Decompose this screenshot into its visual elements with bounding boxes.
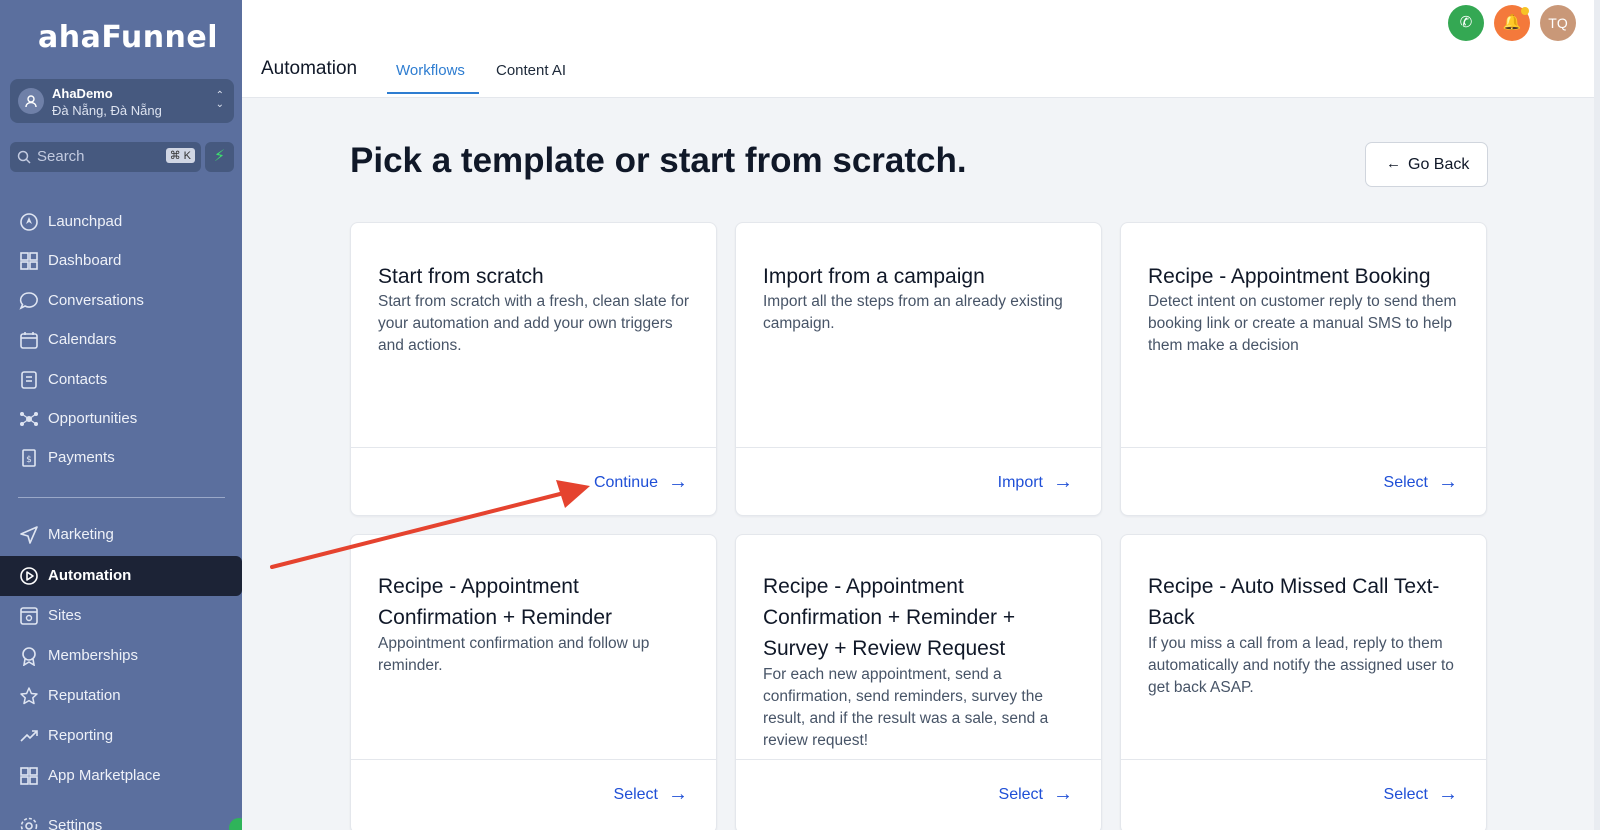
sidebar-item-marketing[interactable]: Marketing <box>0 515 242 555</box>
card-title: Import from a campaign <box>763 265 985 288</box>
top-bar: Automation Workflows Content AI ✆ 🔔 TQ <box>242 0 1594 98</box>
sidebar-item-reputation[interactable]: Reputation <box>0 676 242 716</box>
sidebar-item-dashboard[interactable]: Dashboard <box>0 241 242 281</box>
arrow-right-icon: → <box>668 471 688 493</box>
send-icon <box>20 526 38 544</box>
trend-icon <box>20 730 38 742</box>
sidebar-item-app-marketplace[interactable]: App Marketplace <box>0 756 242 796</box>
template-card[interactable]: Recipe - Auto Missed Call Text-Back If y… <box>1120 534 1487 830</box>
account-location: Đà Nẵng, Đà Nẵng <box>52 103 162 118</box>
sidebar-divider <box>18 497 225 498</box>
card-description: Import all the steps from an already exi… <box>763 293 1063 332</box>
arrow-right-icon: → <box>1438 783 1458 805</box>
tab-workflows[interactable]: Workflows <box>396 62 465 79</box>
sites-icon <box>20 607 38 625</box>
arrow-right-icon: → <box>1053 783 1073 805</box>
select-button[interactable]: Select → <box>614 783 688 806</box>
card-divider <box>1121 447 1486 448</box>
active-tab-indicator <box>387 92 479 94</box>
page-heading: Pick a template or start from scratch. <box>350 141 967 180</box>
phone-icon[interactable]: ✆ <box>1448 5 1484 41</box>
user-avatar[interactable]: TQ <box>1540 5 1576 41</box>
search-icon <box>17 150 31 164</box>
card-title: Recipe - Appointment Booking <box>1148 265 1431 288</box>
select-button[interactable]: Select → <box>999 783 1073 806</box>
go-back-button[interactable]: ← Go Back <box>1365 142 1488 187</box>
template-card[interactable]: Import from a campaign Import all the st… <box>735 222 1102 516</box>
payments-icon: $ <box>22 449 36 467</box>
award-icon <box>22 647 36 666</box>
card-title: Recipe - Appointment Confirmation + Remi… <box>763 575 1016 660</box>
card-title: Recipe - Appointment Confirmation + Remi… <box>378 575 613 629</box>
user-icon <box>25 95 37 108</box>
sidebar-item-launchpad[interactable]: Launchpad <box>0 202 242 242</box>
sidebar-item-payments[interactable]: $ Payments <box>0 438 242 478</box>
page-title: Automation <box>261 58 358 79</box>
chat-icon <box>19 292 38 310</box>
card-description: Start from scratch with a fresh, clean s… <box>378 293 689 354</box>
sidebar-item-opportunities[interactable]: Opportunities <box>0 399 242 439</box>
grid-icon <box>20 767 38 785</box>
tab-content-ai[interactable]: Content AI <box>496 62 566 79</box>
template-card[interactable]: Recipe - Appointment Booking Detect inte… <box>1120 222 1487 516</box>
arrow-left-icon: ← <box>1386 155 1401 172</box>
sidebar-item-automation[interactable]: Automation <box>0 556 242 596</box>
card-title: Start from scratch <box>378 265 544 288</box>
card-divider <box>736 759 1101 760</box>
account-switcher[interactable]: AhaDemo Đà Nẵng, Đà Nẵng ⌃ ⌄ <box>10 79 234 123</box>
bell-icon[interactable]: 🔔 <box>1494 5 1530 41</box>
search-placeholder: Search <box>37 148 85 165</box>
arrow-right-icon: → <box>1438 471 1458 493</box>
card-divider <box>351 759 716 760</box>
select-button[interactable]: Select → <box>1384 471 1458 494</box>
svg-text:$: $ <box>26 455 32 465</box>
continue-button[interactable]: Continue → <box>594 471 688 494</box>
contacts-icon <box>21 371 37 389</box>
sidebar-item-settings[interactable]: Settings <box>0 806 242 830</box>
chevron-updown-icon: ⌃ ⌄ <box>215 90 224 110</box>
card-divider <box>736 447 1101 448</box>
account-name: AhaDemo <box>52 86 113 101</box>
template-card[interactable]: Start from scratch Start from scratch wi… <box>350 222 717 516</box>
page-scrollbar[interactable] <box>1594 0 1600 830</box>
sidebar-item-memberships[interactable]: Memberships <box>0 636 242 676</box>
card-description: If you miss a call from a lead, reply to… <box>1148 635 1454 696</box>
arrow-right-icon: → <box>668 783 688 805</box>
sidebar-item-contacts[interactable]: Contacts <box>0 360 242 400</box>
card-description: Detect intent on customer reply to send … <box>1148 293 1457 354</box>
sidebar-item-conversations[interactable]: Conversations <box>0 281 242 321</box>
card-divider <box>1121 759 1486 760</box>
template-card[interactable]: Recipe - Appointment Confirmation + Remi… <box>735 534 1102 830</box>
card-description: Appointment confirmation and follow up r… <box>378 635 650 674</box>
rocket-icon <box>20 213 38 231</box>
card-divider <box>351 447 716 448</box>
automation-icon <box>20 567 38 585</box>
select-button[interactable]: Select → <box>1384 783 1458 806</box>
star-icon <box>20 687 38 705</box>
account-avatar <box>18 88 44 114</box>
calendar-icon <box>20 332 38 349</box>
sidebar-search[interactable]: Search ⌘ K <box>10 142 201 172</box>
card-description: For each new appointment, send a confirm… <box>763 666 1049 749</box>
notification-dot <box>1521 7 1529 15</box>
opportunities-icon <box>20 412 38 426</box>
sidebar-item-sites[interactable]: Sites <box>0 596 242 636</box>
template-card[interactable]: Recipe - Appointment Confirmation + Remi… <box>350 534 717 830</box>
dashboard-icon <box>20 252 38 270</box>
sidebar-item-reporting[interactable]: Reporting <box>0 716 242 756</box>
arrow-right-icon: → <box>1053 471 1073 493</box>
import-button[interactable]: Import → <box>998 471 1073 494</box>
gear-icon <box>20 817 38 830</box>
sidebar-item-calendars[interactable]: Calendars <box>0 320 242 360</box>
quick-actions-bolt-icon[interactable]: ⚡ <box>205 142 234 172</box>
brand-logo[interactable]: ahaFunnel <box>38 20 218 55</box>
card-title: Recipe - Auto Missed Call Text-Back <box>1148 575 1440 629</box>
search-shortcut: ⌘ K <box>165 148 195 163</box>
sidebar: ahaFunnel AhaDemo Đà Nẵng, Đà Nẵng ⌃ ⌄ Se… <box>0 0 242 830</box>
